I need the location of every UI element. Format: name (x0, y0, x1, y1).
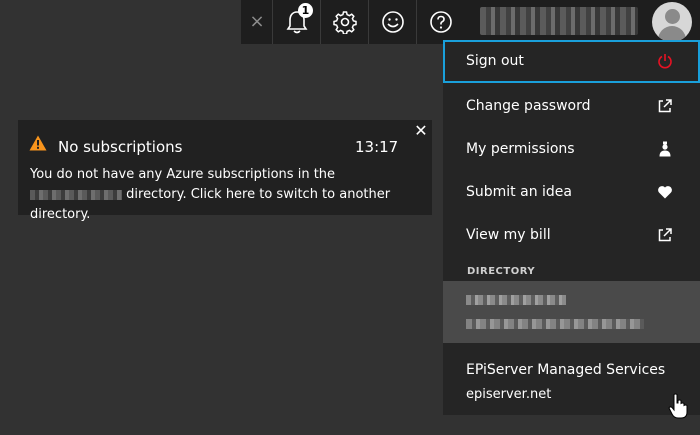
notification-toast[interactable]: ✕ No subscriptions 13:17 You do not have… (18, 120, 432, 222)
external-link-icon (658, 228, 672, 242)
menu-item-my-permissions[interactable]: My permissions (443, 128, 700, 171)
toast-message[interactable]: You do not have any Azure subscriptions … (30, 165, 425, 225)
gear-icon (332, 11, 357, 34)
toast-timestamp: 13:17 (355, 138, 399, 156)
hand-cursor-icon (668, 393, 688, 419)
smiley-icon (381, 11, 404, 33)
power-icon (658, 54, 672, 69)
menu-item-label: Submit an idea (466, 184, 572, 200)
person-badge-icon (659, 141, 671, 157)
account-name-redacted[interactable] (480, 7, 638, 35)
help-icon (429, 11, 452, 33)
directory-name-redacted (30, 189, 122, 200)
menu-item-label: Sign out (466, 53, 524, 69)
directory-item-episerver[interactable]: EPiServer Managed Services episerver.net (443, 355, 700, 411)
help-button[interactable] (416, 0, 464, 44)
close-icon[interactable]: × (243, 6, 271, 38)
warning-icon (29, 135, 47, 151)
toast-message-part1: You do not have any Azure subscriptions … (30, 167, 336, 182)
feedback-button[interactable] (368, 0, 416, 44)
directory-name: EPiServer Managed Services (466, 362, 666, 378)
heart-icon (658, 186, 672, 199)
toast-title: No subscriptions (58, 138, 183, 156)
external-link-icon (658, 99, 672, 113)
menu-item-label: My permissions (466, 141, 575, 157)
directory-domain-redacted (466, 319, 644, 329)
toast-close-icon[interactable]: ✕ (410, 120, 432, 142)
directory-heading: DIRECTORY (467, 266, 536, 277)
account-menu: Sign out Change password My permissions … (443, 40, 700, 415)
menu-item-label: Change password (466, 98, 591, 114)
menu-item-submit-idea[interactable]: Submit an idea (443, 171, 700, 214)
avatar[interactable] (652, 2, 692, 42)
menu-item-change-password[interactable]: Change password (443, 85, 700, 128)
menu-item-sign-out[interactable]: Sign out (443, 40, 700, 83)
notification-count-badge: 1 (298, 3, 313, 18)
notifications-button[interactable]: 1 (272, 0, 320, 44)
directory-domain: episerver.net (466, 387, 552, 402)
menu-item-label: View my bill (466, 227, 551, 243)
directory-item-current[interactable] (443, 281, 700, 343)
settings-button[interactable] (320, 0, 368, 44)
directory-name-redacted (466, 295, 566, 305)
menu-item-view-bill[interactable]: View my bill (443, 214, 700, 257)
